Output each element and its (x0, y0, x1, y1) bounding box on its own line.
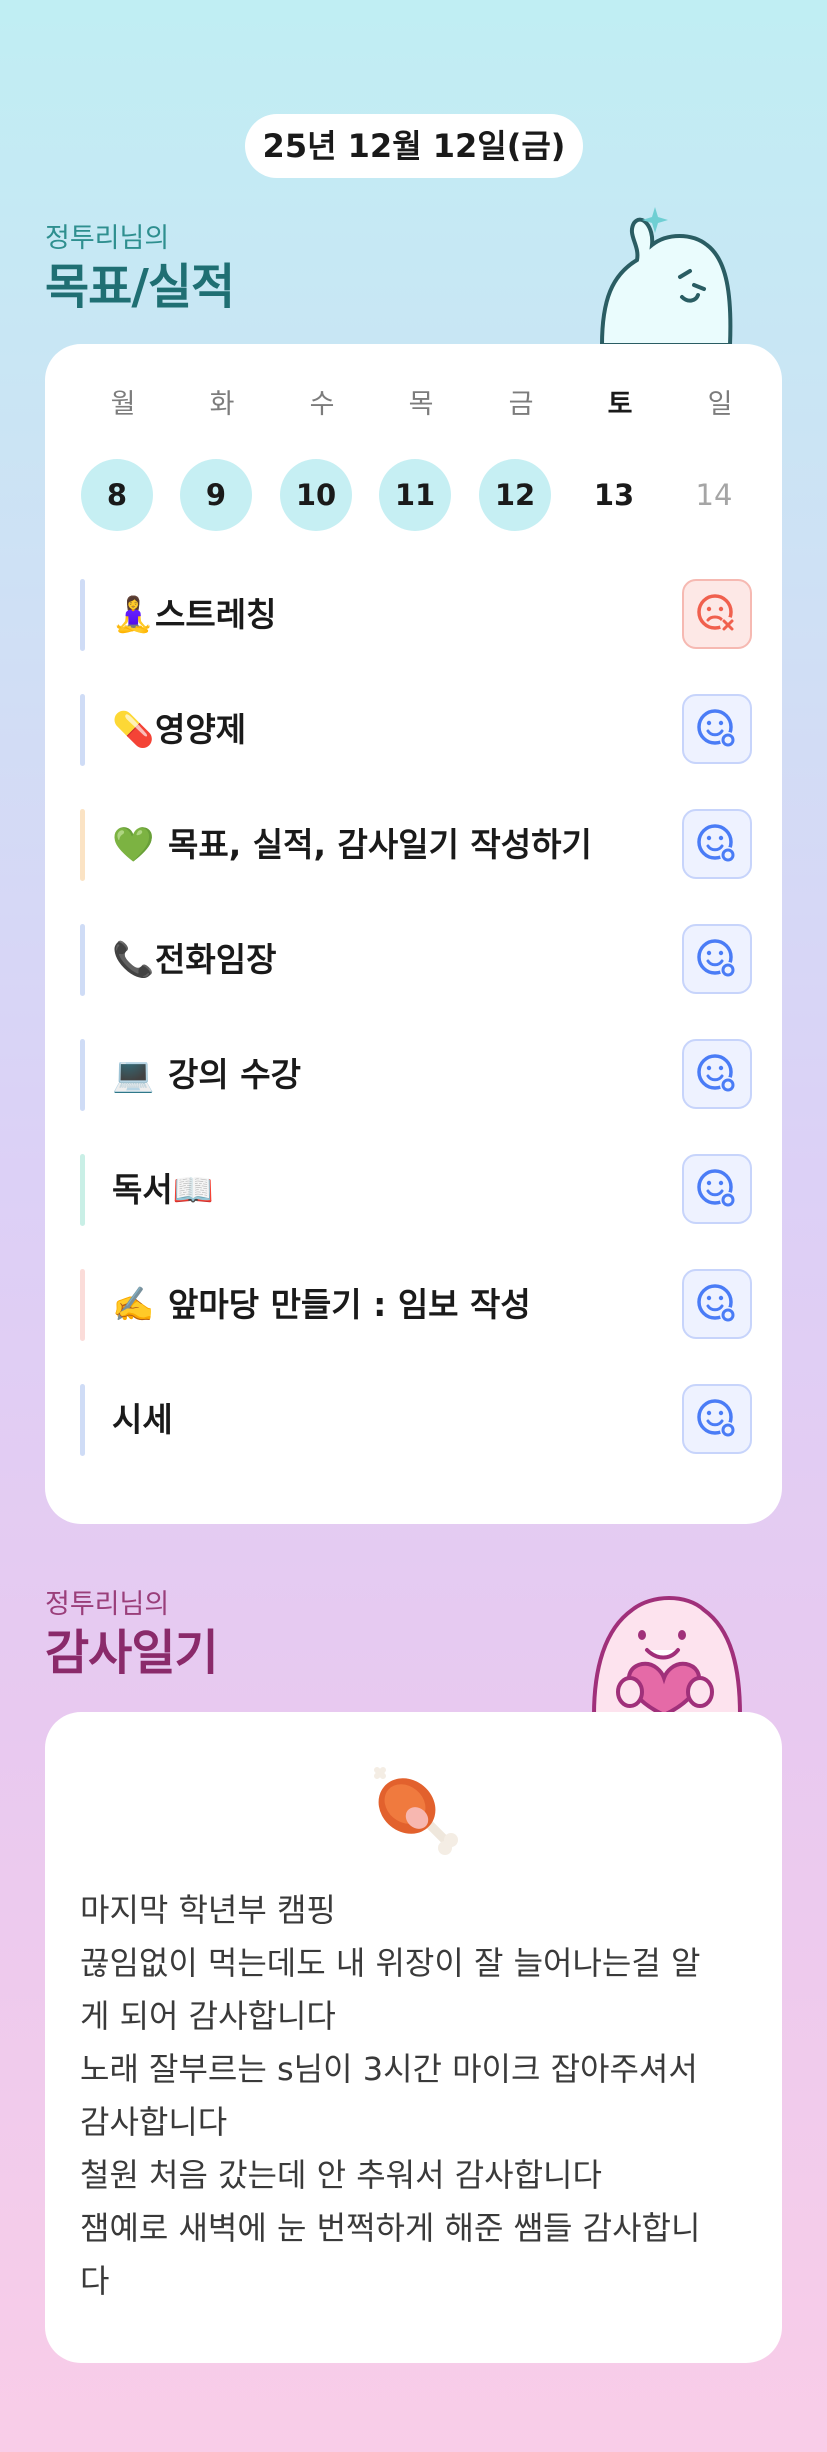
habit-row-supplements[interactable]: 💊 영양제 (80, 692, 752, 768)
habit-label: 목표, 실적, 감사일기 작성하기 (168, 825, 592, 864)
smile-check-icon (697, 1399, 736, 1438)
gratitude-line: 잼예로 새벽에 눈 번쩍하게 해준 쌤들 감사합니 (80, 2209, 701, 2247)
habit-label: 강의 수강 (168, 1055, 301, 1094)
gratitude-line: 게 되어 감사합니다 (80, 1997, 336, 2035)
smile-check-icon (697, 824, 736, 863)
date-row: 8 9 10 11 12 13 14 (45, 459, 782, 531)
habit-status-done-button[interactable] (682, 1269, 752, 1339)
habit-label: 영양제 (155, 710, 247, 749)
gratitude-line: 노래 잘부르는 s님이 3시간 마이크 잡아주셔서 (80, 2050, 698, 2088)
weekday-fri: 금 (508, 389, 534, 420)
habit-status-done-button[interactable] (682, 1384, 752, 1454)
habit-row-journal[interactable]: 💚 목표, 실적, 감사일기 작성하기 (80, 807, 752, 883)
green-heart-icon: 💚 (112, 825, 155, 865)
sad-face-x-icon (697, 594, 736, 633)
laptop-icon: 💻 (112, 1055, 155, 1095)
smile-check-icon (697, 1054, 736, 1093)
gratitude-line: 마지막 학년부 캠핑 (80, 1891, 336, 1929)
day-8[interactable]: 8 (81, 459, 153, 531)
weekday-mon: 월 (110, 389, 136, 420)
weekday-tue: 화 (209, 389, 235, 420)
gratitude-line: 철원 처음 갔는데 안 추워서 감사합니다 (80, 2156, 602, 2194)
gratitude-line: 끊임없이 먹는데도 내 위장이 잘 늘어나는걸 알 (80, 1944, 701, 1982)
habit-bar (80, 1039, 85, 1111)
day-11[interactable]: 11 (379, 459, 451, 531)
smile-check-icon (697, 709, 736, 748)
habit-bar (80, 694, 85, 766)
habit-row-lecture[interactable]: 💻 강의 수강 (80, 1037, 752, 1113)
habit-bar (80, 1384, 85, 1456)
smile-check-icon (697, 939, 736, 978)
habit-row-market-price[interactable]: 시세 (80, 1382, 752, 1458)
meat-icon (374, 1767, 458, 1855)
pill-icon: 💊 (112, 710, 155, 750)
habit-label: 전화임장 (155, 940, 277, 979)
habit-row-phone-survey[interactable]: 📞 전화임장 (80, 922, 752, 998)
date-pill[interactable]: 25년 12월 12일(금) (245, 114, 583, 178)
habit-label: 스트레칭 (155, 595, 277, 634)
habit-row-report-writing[interactable]: ✍️ 앞마당 만들기 : 임보 작성 (80, 1267, 752, 1343)
weekday-sat: 토 (607, 389, 633, 420)
habit-row-stretching[interactable]: 🧘‍♀️ 스트레칭 (80, 577, 752, 653)
yoga-icon: 🧘‍♀️ (112, 595, 155, 635)
gratitude-card: 마지막 학년부 캠핑 끊임없이 먹는데도 내 위장이 잘 늘어나는걸 알 게 되… (45, 1712, 782, 2363)
day-13[interactable]: 13 (578, 459, 650, 531)
habit-bar (80, 579, 85, 651)
gratitude-line: 다 (80, 2262, 110, 2300)
habit-status-done-button[interactable] (682, 924, 752, 994)
habit-label: 앞마당 만들기 : 임보 작성 (168, 1285, 531, 1324)
phone-icon: 📞 (112, 940, 155, 980)
habit-label: 시세 (112, 1400, 173, 1439)
waving-mascot-icon (599, 207, 733, 345)
habit-bar (80, 1269, 85, 1341)
day-9[interactable]: 9 (180, 459, 252, 531)
heart-mascot-icon (591, 1596, 743, 1715)
smile-check-icon (697, 1169, 736, 1208)
habit-status-done-button[interactable] (682, 1154, 752, 1224)
gratitude-line: 감사합니다 (80, 2103, 228, 2141)
habit-status-fail-button[interactable] (682, 579, 752, 649)
habit-status-done-button[interactable] (682, 1039, 752, 1109)
day-14[interactable]: 14 (678, 459, 750, 531)
smile-check-icon (697, 1284, 736, 1323)
weekday-row: 월 화 수 목 금 토 일 (45, 382, 782, 432)
weekday-sun: 일 (707, 389, 733, 420)
weekday-thu: 목 (408, 389, 434, 420)
gratitude-text: 마지막 학년부 캠핑 끊임없이 먹는데도 내 위장이 잘 늘어나는걸 알 게 되… (80, 1884, 750, 2308)
habit-bar (80, 924, 85, 996)
writing-hand-icon: ✍️ (112, 1285, 155, 1325)
day-10[interactable]: 10 (280, 459, 352, 531)
habit-bar (80, 1154, 85, 1226)
habit-status-done-button[interactable] (682, 809, 752, 879)
weekday-wed: 수 (309, 389, 335, 420)
habit-status-done-button[interactable] (682, 694, 752, 764)
goals-title: 목표/실적 (45, 259, 235, 315)
habit-label: 독서📖 (112, 1170, 214, 1209)
habit-bar (80, 809, 85, 881)
goals-card: 월 화 수 목 금 토 일 8 9 10 11 12 13 14 🧘‍♀️ 스트… (45, 344, 782, 1524)
habit-row-reading[interactable]: 독서📖 (80, 1152, 752, 1228)
gratitude-title: 감사일기 (45, 1625, 219, 1681)
day-12[interactable]: 12 (479, 459, 551, 531)
